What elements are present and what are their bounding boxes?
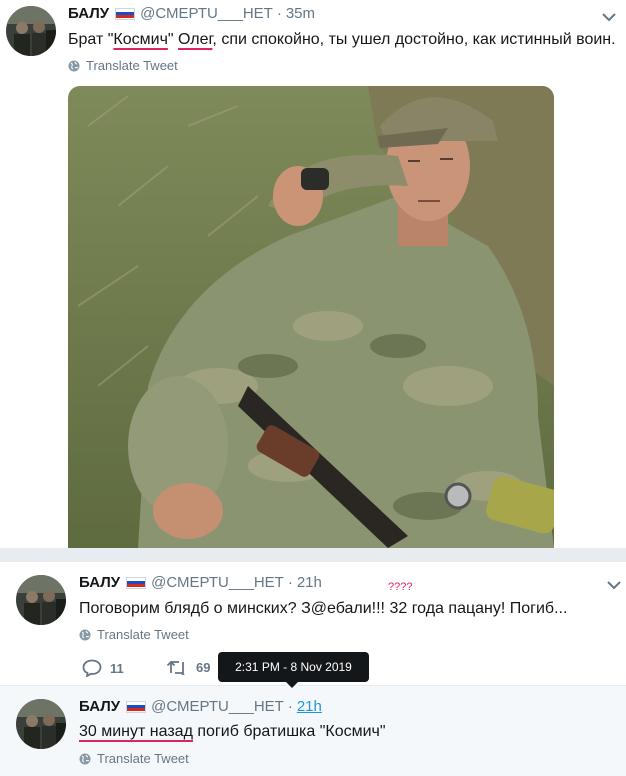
- retweet-count: 69: [196, 659, 211, 675]
- tweet-timestamp[interactable]: 21h: [297, 698, 322, 715]
- russia-flag-icon: [126, 700, 147, 713]
- underlined-text: 30 минут назад: [79, 723, 193, 740]
- avatar[interactable]: [16, 699, 66, 749]
- tooltip-arrow: [286, 682, 298, 688]
- separator-dot: ·: [287, 698, 293, 715]
- chevron-down-icon[interactable]: [607, 580, 621, 590]
- tweet-photo[interactable]: [68, 86, 554, 548]
- timestamp-tooltip: 2:31 PM - 8 Nov 2019: [218, 652, 369, 682]
- author-handle[interactable]: @СМЕРТU___НЕТ: [151, 574, 284, 591]
- handwritten-annotation: ????: [388, 581, 413, 593]
- author-name[interactable]: БАЛУ: [68, 5, 109, 22]
- tweet-text: Брат "Космич" Олег, спи спокойно, ты уше…: [68, 30, 616, 50]
- chevron-down-icon[interactable]: [602, 12, 616, 22]
- separator-dot: ·: [287, 574, 293, 591]
- retweet-button[interactable]: 69: [166, 659, 210, 675]
- translate-label: Translate Tweet: [86, 58, 178, 73]
- globe-icon: [79, 629, 91, 640]
- underlined-text: Космич: [113, 31, 168, 48]
- author-name[interactable]: БАЛУ: [79, 698, 120, 715]
- globe-icon: [79, 753, 91, 764]
- tweet-text: Поговорим блядб о минских? З@ебали!!! 32…: [79, 600, 568, 617]
- text-part: погиб братишка "Космич": [192, 723, 386, 740]
- translate-tweet-link[interactable]: Translate Tweet: [68, 58, 178, 73]
- reply-icon: [82, 659, 102, 677]
- separator-dot: ·: [276, 5, 282, 22]
- avatar[interactable]: [16, 575, 66, 625]
- translate-tweet-link[interactable]: Translate Tweet: [79, 627, 189, 642]
- russia-flag-icon: [115, 7, 136, 20]
- text-part: ": [167, 31, 179, 48]
- text-part: , спи спокойно, ты ушел достойно, как ис…: [212, 31, 616, 48]
- russia-flag-icon: [126, 576, 147, 589]
- reply-count: 11: [110, 660, 124, 676]
- tweet-timestamp[interactable]: 35m: [286, 5, 315, 22]
- globe-icon: [68, 60, 80, 71]
- author-handle[interactable]: @СМЕРТU___НЕТ: [151, 698, 284, 715]
- tweet-header: БАЛУ @СМЕРТU___НЕТ · 35m: [68, 5, 315, 22]
- retweet-icon: [166, 660, 185, 675]
- translate-tweet-link[interactable]: Translate Tweet: [79, 751, 189, 766]
- translate-label: Translate Tweet: [97, 751, 189, 766]
- tweet-1[interactable]: БАЛУ @СМЕРТU___НЕТ · 35m Брат "Космич" О…: [0, 0, 626, 548]
- tweet-timestamp[interactable]: 21h: [297, 574, 322, 591]
- tweet-text: 30 минут назад погиб братишка "Космич": [79, 722, 386, 742]
- tweet-header: БАЛУ @СМЕРТU___НЕТ · 21h: [79, 698, 322, 715]
- text-part: Брат ": [68, 31, 114, 48]
- author-handle[interactable]: @СМЕРТU___НЕТ: [140, 5, 273, 22]
- reply-button[interactable]: 11: [82, 659, 124, 677]
- tweet-header: БАЛУ @СМЕРТU___НЕТ · 21h: [79, 574, 322, 591]
- tweet-3[interactable]: БАЛУ @СМЕРТU___НЕТ · 21h 30 минут назад …: [0, 686, 626, 776]
- translate-label: Translate Tweet: [97, 627, 189, 642]
- avatar[interactable]: [6, 6, 56, 56]
- author-name[interactable]: БАЛУ: [79, 574, 120, 591]
- underlined-text: Олег: [178, 31, 213, 48]
